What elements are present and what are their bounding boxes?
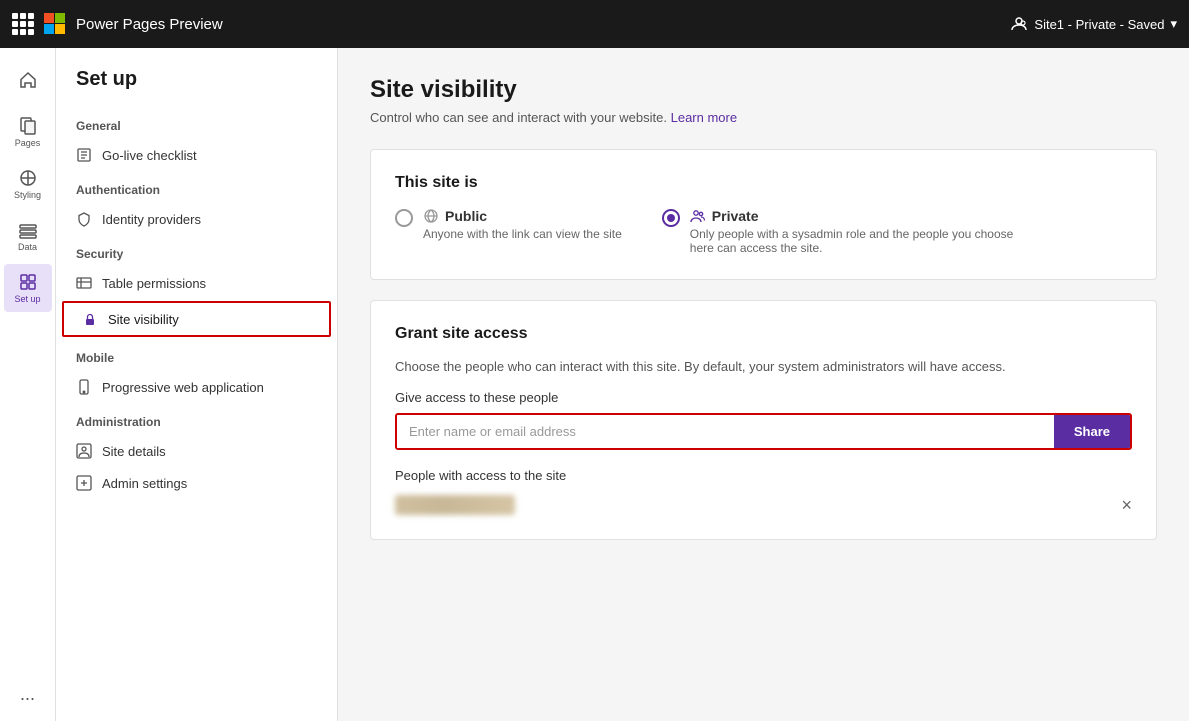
sidebar-item-site-visibility[interactable]: Site visibility xyxy=(62,301,331,337)
site-visibility-card: This site is Public Anyone with the link… xyxy=(370,149,1157,280)
nav-data-label: Data xyxy=(18,242,37,252)
public-option[interactable]: Public Anyone with the link can view the… xyxy=(395,208,622,241)
admin-settings-icon xyxy=(76,475,92,491)
mobile-icon xyxy=(76,379,92,395)
this-site-label: This site is xyxy=(395,174,1132,192)
public-label: Public xyxy=(423,208,622,224)
nav-pages[interactable]: Pages xyxy=(4,108,52,156)
site-info-text: Site1 - Private - Saved xyxy=(1034,17,1164,32)
styling-icon xyxy=(18,168,38,188)
nav-setup[interactable]: Set up xyxy=(4,264,52,312)
private-option-desc: Only people with a sysadmin role and the… xyxy=(690,227,1030,255)
give-access-label: Give access to these people xyxy=(395,390,1132,405)
site-chevron: ▾ xyxy=(1170,16,1177,32)
sidebar-item-site-details[interactable]: Site details xyxy=(56,435,337,467)
pages-icon xyxy=(18,116,38,136)
sidebar-item-table-permissions[interactable]: Table permissions xyxy=(56,267,337,299)
public-option-desc: Anyone with the link can view the site xyxy=(423,227,622,241)
nav-setup-label: Set up xyxy=(14,294,40,304)
data-icon xyxy=(18,220,38,240)
people-access-label: People with access to the site xyxy=(395,468,1132,483)
sidebar: Set up General Go-live checklist Authent… xyxy=(56,48,338,721)
page-subtitle: Control who can see and interact with yo… xyxy=(370,110,1157,125)
person-close-button[interactable]: × xyxy=(1121,496,1132,514)
section-security: Security xyxy=(56,235,337,267)
waffle-icon[interactable] xyxy=(12,13,34,35)
grant-access-card: Grant site access Choose the people who … xyxy=(370,300,1157,540)
sidebar-item-site-visibility-label: Site visibility xyxy=(108,312,179,327)
sidebar-item-go-live[interactable]: Go-live checklist xyxy=(56,139,337,171)
private-radio[interactable] xyxy=(662,209,680,227)
site-info-button[interactable]: Site1 - Private - Saved ▾ xyxy=(1010,15,1177,33)
section-auth: Authentication xyxy=(56,171,337,203)
lock-icon xyxy=(82,311,98,327)
sidebar-item-pwa-label: Progressive web application xyxy=(102,380,264,395)
person-avatar-blur xyxy=(395,495,515,515)
globe-icon xyxy=(423,208,439,224)
nav-data[interactable]: Data xyxy=(4,212,52,260)
visibility-radio-group: Public Anyone with the link can view the… xyxy=(395,208,1132,255)
top-bar: Power Pages Preview Site1 - Private - Sa… xyxy=(0,0,1189,48)
public-radio[interactable] xyxy=(395,209,413,227)
learn-more-link[interactable]: Learn more xyxy=(671,110,737,125)
table-icon xyxy=(76,275,92,291)
people-icon xyxy=(1010,15,1028,33)
share-button[interactable]: Share xyxy=(1054,415,1130,448)
sidebar-title: Set up xyxy=(56,68,337,107)
private-option[interactable]: Private Only people with a sysadmin role… xyxy=(662,208,1030,255)
private-option-label: Private xyxy=(712,208,759,224)
main-content: Site visibility Control who can see and … xyxy=(338,48,1189,721)
shield-icon xyxy=(76,211,92,227)
app-title: Power Pages Preview xyxy=(76,16,223,33)
icon-nav: Pages Styling Data Set up ... xyxy=(0,48,56,721)
site-details-icon xyxy=(76,443,92,459)
grant-access-subtitle: Choose the people who can interact with … xyxy=(395,359,1132,374)
page-title: Site visibility xyxy=(370,76,1157,104)
section-general: General xyxy=(56,107,337,139)
home-icon xyxy=(18,70,38,90)
public-option-content: Public Anyone with the link can view the… xyxy=(423,208,622,241)
checklist-icon xyxy=(76,147,92,163)
sidebar-item-admin-settings[interactable]: Admin settings xyxy=(56,467,337,499)
setup-icon xyxy=(18,272,38,292)
sidebar-item-site-details-label: Site details xyxy=(102,444,166,459)
public-option-label: Public xyxy=(445,208,487,224)
private-option-content: Private Only people with a sysadmin role… xyxy=(690,208,1030,255)
nav-more[interactable]: ... xyxy=(20,684,35,705)
sidebar-item-identity-providers[interactable]: Identity providers xyxy=(56,203,337,235)
section-admin: Administration xyxy=(56,403,337,435)
nav-pages-label: Pages xyxy=(15,138,41,148)
sidebar-item-go-live-label: Go-live checklist xyxy=(102,148,197,163)
people-group-icon xyxy=(690,208,706,224)
sidebar-item-identity-label: Identity providers xyxy=(102,212,201,227)
share-input-section: Share xyxy=(395,413,1132,450)
sidebar-item-admin-settings-label: Admin settings xyxy=(102,476,187,491)
sidebar-item-pwa[interactable]: Progressive web application xyxy=(56,371,337,403)
nav-styling[interactable]: Styling xyxy=(4,160,52,208)
person-row: × xyxy=(395,495,1132,515)
section-mobile: Mobile xyxy=(56,339,337,371)
ms-logo xyxy=(44,13,66,35)
nav-home[interactable] xyxy=(4,56,52,104)
top-bar-right: Site1 - Private - Saved ▾ xyxy=(1010,15,1177,33)
sidebar-item-table-permissions-label: Table permissions xyxy=(102,276,206,291)
grant-access-title: Grant site access xyxy=(395,325,1132,343)
private-label: Private xyxy=(690,208,1030,224)
email-input[interactable] xyxy=(397,415,1054,448)
nav-styling-label: Styling xyxy=(14,190,41,200)
